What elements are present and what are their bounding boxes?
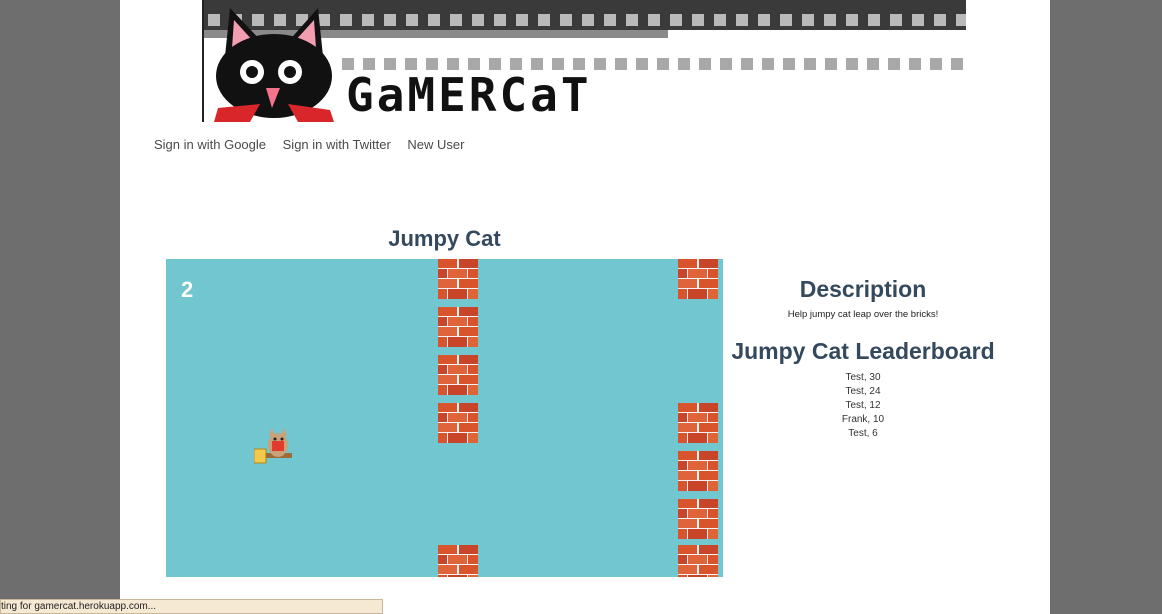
film-hole: [758, 14, 770, 26]
brick-icon: [438, 545, 478, 577]
film-hole: [494, 14, 506, 26]
leaderboard-entry: Test, 30: [845, 372, 881, 383]
film-hole: [657, 58, 669, 70]
film-hole: [909, 58, 921, 70]
film-hole: [868, 14, 880, 26]
film-hole: [670, 14, 682, 26]
film-hole: [804, 58, 816, 70]
auth-nav: Sign in with Google Sign in with Twitter…: [154, 137, 477, 152]
film-hole: [516, 14, 528, 26]
new-user-link[interactable]: New User: [407, 137, 464, 152]
brick-icon: [438, 403, 478, 443]
game-sidebar: Description Help jumpy cat leap over the…: [723, 272, 1003, 441]
film-hole: [741, 58, 753, 70]
film-hole: [888, 58, 900, 70]
flying-cat-icon: [254, 428, 292, 464]
brick-icon: [438, 355, 478, 395]
sign-in-google-link[interactable]: Sign in with Google: [154, 137, 266, 152]
leaderboard-heading: Jumpy Cat Leaderboard: [731, 338, 995, 364]
film-hole: [340, 14, 352, 26]
brick-icon: [678, 499, 718, 539]
leaderboard-entry: Test, 24: [845, 386, 881, 397]
film-hole: [714, 14, 726, 26]
film-hole: [678, 58, 690, 70]
film-hole: [406, 14, 418, 26]
brick-icon: [678, 259, 718, 299]
film-hole: [626, 14, 638, 26]
film-hole: [362, 14, 374, 26]
film-hole: [560, 14, 572, 26]
film-hole: [699, 58, 711, 70]
brick-icon: [678, 403, 718, 443]
site-banner[interactable]: GaMERCaT: [202, 0, 966, 122]
banner-divider: [202, 0, 204, 122]
description-heading: Description: [799, 276, 927, 302]
film-hole: [636, 58, 648, 70]
leaderboard-entry: Test, 6: [848, 428, 878, 439]
film-hole: [762, 58, 774, 70]
film-hole: [538, 14, 550, 26]
film-hole: [720, 58, 732, 70]
page-content: GaMERCaT Sign in with Google Sign in wit…: [120, 0, 1050, 614]
film-hole: [783, 58, 795, 70]
browser-status-bar: ting for gamercat.herokuapp.com...: [0, 599, 383, 614]
game-title: Jumpy Cat: [388, 226, 501, 251]
game-canvas[interactable]: 2: [166, 259, 723, 577]
brick-icon: [438, 307, 478, 347]
brick-icon: [678, 545, 718, 577]
leaderboard-entry: Test, 12: [845, 400, 881, 411]
brick-icon: [438, 259, 478, 299]
score-counter: 2: [181, 277, 194, 302]
film-hole: [736, 14, 748, 26]
film-hole: [890, 14, 902, 26]
leaderboard-entry: Frank, 10: [841, 414, 885, 425]
film-hole: [648, 14, 660, 26]
film-hole: [472, 14, 484, 26]
film-hole: [692, 14, 704, 26]
film-hole: [450, 14, 462, 26]
film-hole: [867, 58, 879, 70]
film-hole: [951, 58, 963, 70]
black-cat-mascot-icon: [214, 8, 334, 122]
film-hole: [912, 14, 924, 26]
site-logo-text: GaMERCaT: [346, 68, 592, 122]
description-text: Help jumpy cat leap over the bricks!: [787, 309, 939, 320]
film-hole: [780, 14, 792, 26]
film-hole: [615, 58, 627, 70]
brick-icon: [678, 451, 718, 491]
film-hole: [846, 58, 858, 70]
film-hole: [802, 14, 814, 26]
film-hole: [934, 14, 946, 26]
film-hole: [846, 14, 858, 26]
film-hole: [582, 14, 594, 26]
film-hole: [428, 14, 440, 26]
film-hole: [930, 58, 942, 70]
leaderboard-list: Test, 30 Test, 24 Test, 12 Frank, 10 Tes…: [723, 371, 1003, 441]
film-hole: [956, 14, 966, 26]
film-hole: [824, 14, 836, 26]
film-hole: [604, 14, 616, 26]
film-hole: [594, 58, 606, 70]
film-hole: [384, 14, 396, 26]
film-strip-edge-white: [668, 30, 966, 38]
sign-in-twitter-link[interactable]: Sign in with Twitter: [283, 137, 391, 152]
film-hole: [825, 58, 837, 70]
